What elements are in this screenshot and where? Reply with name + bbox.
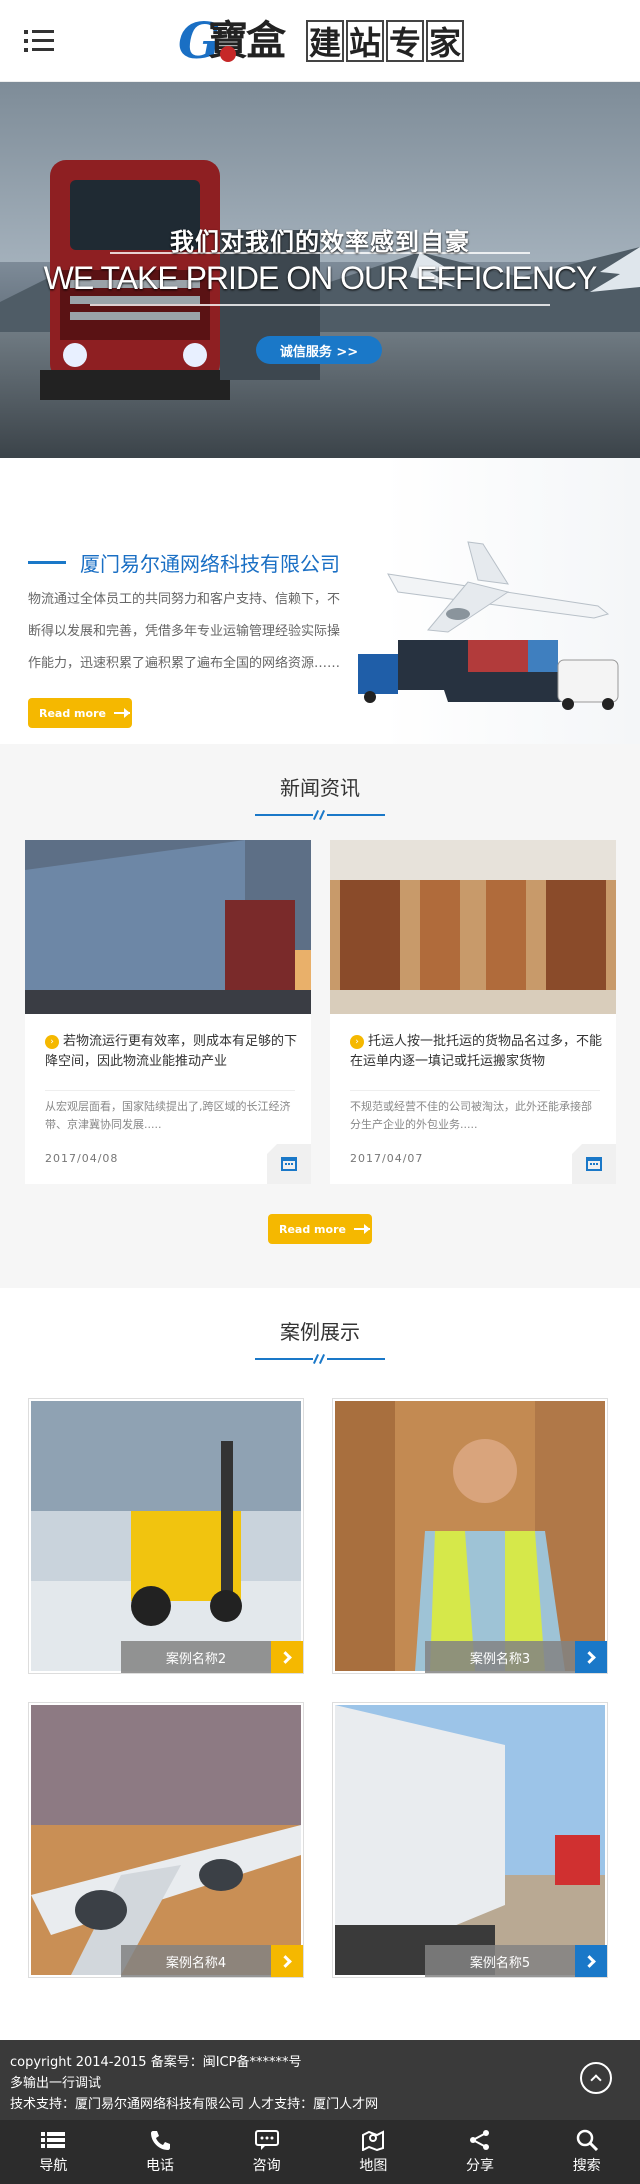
nav-label: 搜索 [572, 2158, 601, 2174]
case-label: 案例名称4 [121, 1945, 271, 1977]
cases-title: 案例展示 [280, 1320, 360, 1344]
airplane-sunset-image [31, 1705, 301, 1975]
phone-icon [151, 2131, 170, 2150]
menu-icon [41, 2132, 66, 2148]
calendar-button[interactable] [572, 1144, 616, 1184]
chevron-up-icon [590, 2074, 602, 2086]
chat-icon [254, 2130, 279, 2150]
site-logo[interactable]: G 寶盒 建 站 专 家 [178, 14, 464, 68]
truck-highway-image [335, 1705, 605, 1975]
logo-brand-text: 寶盒 [208, 17, 286, 64]
site-footer: copyright 2014-2015 备案号：闽ICP备******号 多输出… [0, 2040, 640, 2120]
case-go-button[interactable] [271, 1945, 303, 1977]
nav-label: 分享 [466, 2158, 495, 2174]
warehouse-news-image [330, 840, 616, 1014]
calendar-icon [281, 1157, 297, 1171]
site-header: G 寶盒 建 站 专 家 [0, 0, 640, 82]
logo-char: 专 [386, 20, 424, 62]
arrow-right-icon [113, 708, 130, 718]
news-summary: 从宏观层面看，国家陆续提出了,跨区域的长江经济带、京津冀协同发展..... [45, 1100, 291, 1131]
news-date: 2017/04/07 [350, 1152, 424, 1165]
logo-char: 建 [306, 20, 344, 62]
chevron-right-icon [278, 1650, 292, 1664]
news-date: 2017/04/08 [45, 1152, 119, 1165]
logistics-illustration [358, 541, 619, 710]
logo-tagline: 建 站 专 家 [306, 20, 464, 62]
bottom-nav: 导航 电话 咨询 地图 分享 搜索 [0, 2120, 640, 2184]
chevron-right-icon [278, 1954, 292, 1968]
nav-label: 咨询 [252, 2158, 281, 2174]
hero-banner: 我们对我们的效率感到自豪 WE TAKE PRIDE ON OUR EFFICI… [0, 82, 640, 458]
news-read-more-button[interactable]: Read more [268, 1214, 372, 1244]
airplane-image [387, 541, 610, 633]
read-more-label: Read more [39, 706, 106, 720]
news-card[interactable]: › 若物流运行更有效率，则成本有足够的下降空间，因此物流业能推动产业 从宏观层面看… [25, 840, 311, 1184]
nav-label: 导航 [39, 2158, 68, 2174]
footer-debug-line: 多输出一行调试 [10, 2076, 102, 2091]
title-underline [255, 809, 385, 821]
calendar-button[interactable] [267, 1144, 311, 1184]
about-read-more-button[interactable]: Read more [28, 698, 132, 728]
cargo-vehicles-image [358, 640, 619, 710]
about-section: 厦门易尔通网络科技有限公司 物流通过全体员工的共同努力和客户支持、信赖下，不断得… [0, 458, 640, 744]
case-card[interactable]: 案例名称4 [28, 1702, 304, 1978]
about-title-line [28, 561, 66, 564]
list-icon [24, 30, 54, 34]
back-to-top-button[interactable] [580, 2062, 612, 2094]
news-summary: 不规范或经营不佳的公司被淘汰，此外还能承接部分生产企业的外包业务..... [350, 1100, 592, 1131]
nav-item-share[interactable]: 分享 [427, 2120, 534, 2184]
logo-seal [220, 46, 236, 62]
nav-label: 电话 [146, 2158, 174, 2174]
bullet-icon: › [350, 1035, 364, 1049]
case-label: 案例名称3 [425, 1641, 575, 1673]
banner-cta-button[interactable]: 诚信服务 >> [256, 336, 382, 364]
nav-item-phone[interactable]: 电话 [107, 2120, 214, 2184]
read-more-label: Read more [279, 1222, 346, 1236]
news-title-text: › 托运人按一批托运的货物品名过多，不能在运单内逐一填记或托运搬家货物 [350, 1034, 603, 1069]
case-go-button[interactable] [575, 1945, 607, 1977]
chevron-right-icon [582, 1650, 596, 1664]
calendar-icon [586, 1157, 602, 1171]
share-icon [470, 2130, 490, 2150]
news-title-text: › 若物流运行更有效率，则成本有足够的下降空间，因此物流业能推动产业 [45, 1034, 298, 1069]
case-card[interactable]: 案例名称3 [332, 1398, 608, 1674]
nav-item-map[interactable]: 地图 [320, 2120, 427, 2184]
bullet-icon: › [45, 1035, 59, 1049]
about-description: 物流通过全体员工的共同努力和客户支持、信赖下，不断得以发展和完善，凭借多年专业运… [28, 592, 341, 671]
cases-section: 案例展示 案例名称2 案例名称3 案例名称4 案例名称5 [0, 1288, 640, 2040]
footer-copyright: copyright 2014-2015 备案号：闽ICP备******号 [10, 2055, 302, 2070]
menu-button[interactable] [24, 30, 54, 54]
news-card[interactable]: › 托运人按一批托运的货物品名过多，不能在运单内逐一填记或托运搬家货物 不规范或经… [330, 840, 616, 1184]
map-icon [362, 2130, 385, 2151]
case-label: 案例名称5 [425, 1945, 575, 1977]
case-go-button[interactable] [575, 1641, 607, 1673]
case-card[interactable]: 案例名称5 [332, 1702, 608, 1978]
about-title: 厦门易尔通网络科技有限公司 [80, 552, 340, 576]
banner-headline-en: WE TAKE PRIDE ON OUR EFFICIENCY [43, 260, 598, 296]
truck-news-image [25, 840, 311, 1014]
case-go-button[interactable] [271, 1641, 303, 1673]
worker-scanner-image [335, 1401, 605, 1671]
news-header: 新闻资讯 [0, 772, 640, 821]
title-underline [255, 1353, 385, 1365]
footer-tech-support: 技术支持：厦门易尔通网络科技有限公司 人才支持：厦门人才网 [10, 2097, 379, 2112]
case-card[interactable]: 案例名称2 [28, 1398, 304, 1674]
news-title: 新闻资讯 [280, 776, 360, 800]
logo-char: 家 [426, 20, 464, 62]
search-icon [576, 2129, 598, 2151]
forklift-image [31, 1401, 301, 1671]
logo-mark: G 寶盒 [178, 14, 304, 68]
nav-label: 地图 [359, 2158, 388, 2174]
banner-headline-cn: 我们对我们的效率感到自豪 [170, 228, 470, 256]
nav-item-consult[interactable]: 咨询 [213, 2120, 320, 2184]
news-section: 新闻资讯 › 若物流运行更有效率，则成本有足够的下降空间，因此物流业能推动产业 从… [0, 744, 640, 1288]
cases-header: 案例展示 [0, 1316, 640, 1365]
nav-item-menu[interactable]: 导航 [0, 2120, 107, 2184]
case-label: 案例名称2 [121, 1641, 271, 1673]
nav-item-search[interactable]: 搜索 [533, 2120, 640, 2184]
logo-char: 站 [346, 20, 384, 62]
arrow-right-icon [353, 1224, 370, 1234]
banner-rule-bottom [90, 304, 550, 306]
chevron-right-icon [582, 1954, 596, 1968]
